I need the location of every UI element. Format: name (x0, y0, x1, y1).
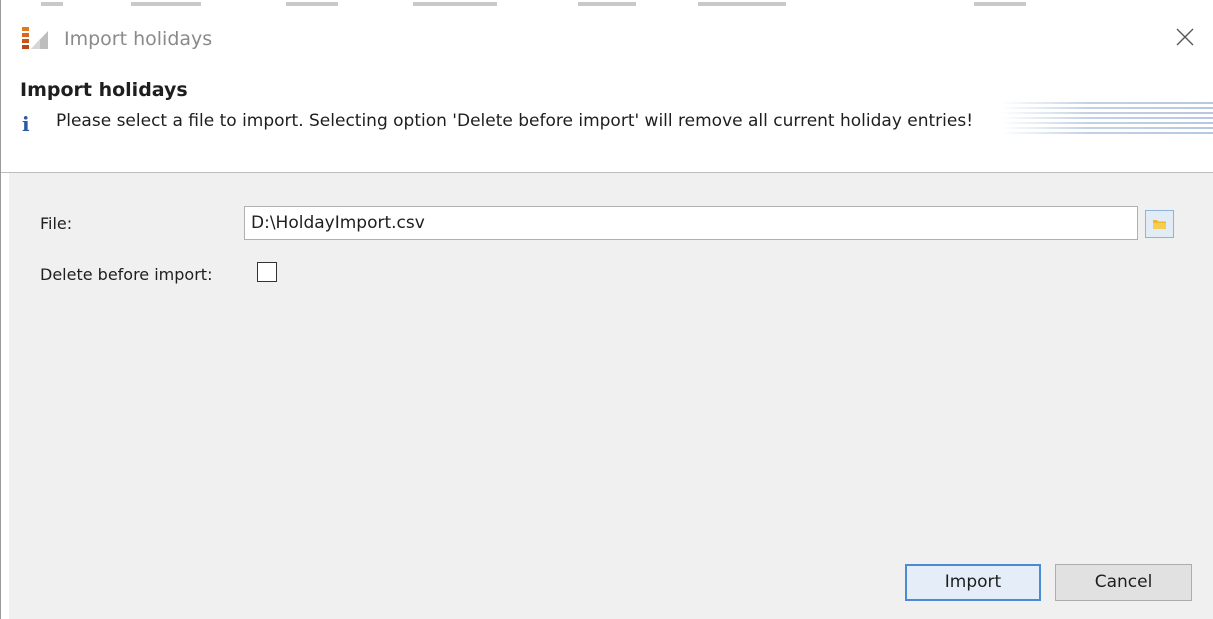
file-path-input[interactable] (244, 206, 1138, 240)
header-title: Import holidays (20, 79, 188, 101)
cancel-button[interactable]: Cancel (1055, 564, 1192, 601)
import-button[interactable]: Import (905, 564, 1041, 601)
info-icon: i (22, 112, 30, 136)
file-label: File: (40, 214, 73, 233)
dialog-header: Import holidays i Please select a file t… (1, 62, 1213, 173)
browse-button[interactable] (1145, 210, 1174, 238)
app-logo-icon (22, 27, 48, 49)
import-holidays-dialog: Import holidays Import holidays i Please… (0, 0, 1213, 619)
dialog-content: File: Delete before import: Import Cance… (9, 173, 1213, 619)
delete-before-import-checkbox[interactable] (257, 262, 277, 282)
header-decoration (1001, 102, 1213, 138)
background-window-strip (1, 0, 1213, 10)
info-message: Please select a file to import. Selectin… (56, 111, 974, 131)
folder-icon (1153, 220, 1166, 229)
close-icon[interactable] (1170, 22, 1200, 52)
title-bar[interactable]: Import holidays (1, 12, 1213, 62)
delete-before-import-label: Delete before import: (40, 265, 213, 284)
window-title: Import holidays (64, 28, 213, 50)
